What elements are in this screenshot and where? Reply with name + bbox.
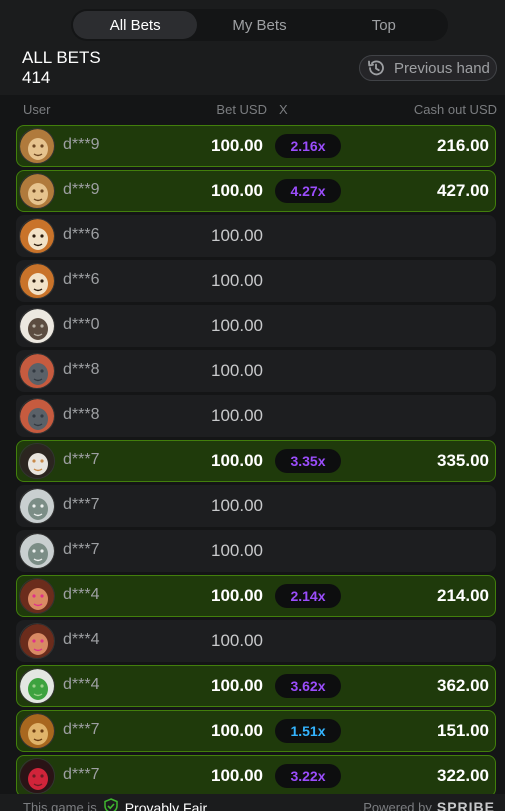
bet-row: d***6 100.00	[16, 215, 496, 257]
cashout-amount: 216.00	[437, 136, 489, 155]
column-cashout: Cash out USD	[413, 102, 497, 117]
bet-user: d***4	[63, 586, 100, 603]
bird-avatar	[19, 308, 55, 344]
bet-row: d***7 100.00 3.22x 322.00	[16, 755, 496, 794]
bet-amount: 100.00	[211, 541, 263, 560]
bet-user: d***4	[63, 676, 100, 693]
multiplier-badge: 3.35x	[275, 449, 341, 473]
bet-amount: 100.00	[211, 226, 263, 245]
tiger-avatar	[19, 263, 55, 299]
spribe-logo: SPRIBE	[436, 799, 495, 811]
baby-avatar	[19, 623, 55, 659]
bet-user: d***7	[63, 721, 100, 738]
bet-row: d***8 100.00	[16, 350, 496, 392]
cashout-amount: 322.00	[437, 766, 489, 785]
multiplier-badge: 4.27x	[275, 179, 341, 203]
lion-avatar	[19, 173, 55, 209]
dragon-avatar	[19, 398, 55, 434]
money-avatar	[19, 533, 55, 569]
column-multiplier: X	[279, 102, 288, 117]
multiplier-badge: 1.51x	[275, 719, 341, 743]
bet-row: d***0 100.00	[16, 305, 496, 347]
bet-row: d***4 100.00 2.14x 214.00	[16, 575, 496, 617]
multiplier-badge: 2.14x	[275, 584, 341, 608]
dog-avatar	[19, 443, 55, 479]
money-avatar	[19, 488, 55, 524]
bet-user: d***8	[63, 406, 100, 423]
lion-avatar	[19, 128, 55, 164]
bet-user: d***9	[63, 136, 100, 153]
multiplier-badge: 2.16x	[275, 134, 341, 158]
multiplier-badge: 3.62x	[275, 674, 341, 698]
tab-top[interactable]: Top	[322, 11, 446, 39]
cashout-amount: 427.00	[437, 181, 489, 200]
all-bets-title: ALL BETS	[22, 48, 101, 67]
bet-amount: 100.00	[211, 721, 263, 740]
bet-row: d***7 100.00 1.51x 151.00	[16, 710, 496, 752]
tab-my-bets[interactable]: My Bets	[197, 11, 321, 39]
bet-amount: 100.00	[211, 586, 263, 605]
baby-avatar	[19, 578, 55, 614]
bet-amount: 100.00	[211, 271, 263, 290]
provably-fair-link[interactable]: Provably Fair	[125, 800, 207, 811]
bet-amount: 100.00	[211, 406, 263, 425]
bet-row: d***7 100.00	[16, 530, 496, 572]
previous-hand-label: Previous hand	[394, 59, 490, 77]
column-bet: Bet USD	[216, 102, 267, 117]
bet-user: d***8	[63, 361, 100, 378]
bet-row: d***4 100.00	[16, 620, 496, 662]
bet-amount: 100.00	[211, 676, 263, 695]
cashout-amount: 362.00	[437, 676, 489, 695]
bet-user: d***6	[63, 226, 100, 243]
bet-amount: 100.00	[211, 361, 263, 380]
shield-check-icon	[103, 798, 119, 811]
column-user: User	[23, 102, 51, 117]
bet-amount: 100.00	[211, 181, 263, 200]
tiger-avatar	[19, 218, 55, 254]
tab-all-bets[interactable]: All Bets	[73, 11, 198, 39]
bet-amount: 100.00	[211, 451, 263, 470]
cashout-amount: 335.00	[437, 451, 489, 470]
bet-user: d***6	[63, 271, 100, 288]
bet-user: d***7	[63, 541, 100, 558]
bet-row: d***7 100.00 3.35x 335.00	[16, 440, 496, 482]
cashout-amount: 151.00	[437, 721, 489, 740]
bets-count: 414	[22, 68, 51, 87]
bet-row: d***9 100.00 2.16x 216.00	[16, 125, 496, 167]
previous-hand-button[interactable]: Previous hand	[359, 55, 497, 81]
column-headers: User Bet USD X Cash out USD	[0, 95, 505, 125]
bet-user: d***7	[63, 496, 100, 513]
powered-by-text: Powered by	[363, 799, 432, 811]
bet-user: d***7	[63, 766, 100, 783]
bet-user: d***9	[63, 181, 100, 198]
bet-row: d***8 100.00	[16, 395, 496, 437]
history-icon	[366, 58, 386, 78]
footer: This game is Provably Fair Powered by SP…	[0, 794, 505, 811]
bet-row: d***6 100.00	[16, 260, 496, 302]
dragon-avatar	[19, 353, 55, 389]
cat-avatar	[19, 713, 55, 749]
bet-amount: 100.00	[211, 136, 263, 155]
bets-tab-bar: All Bets My Bets Top	[71, 9, 448, 41]
cashout-amount: 214.00	[437, 586, 489, 605]
clover-avatar	[19, 668, 55, 704]
bet-user: d***7	[63, 451, 100, 468]
bet-amount: 100.00	[211, 631, 263, 650]
bet-amount: 100.00	[211, 316, 263, 335]
bet-row: d***9 100.00 4.27x 427.00	[16, 170, 496, 212]
multiplier-badge: 3.22x	[275, 764, 341, 788]
bet-user: d***0	[63, 316, 100, 333]
bet-user: d***4	[63, 631, 100, 648]
car-avatar	[19, 758, 55, 794]
bet-amount: 100.00	[211, 496, 263, 515]
bets-list[interactable]: User Bet USD X Cash out USD d***9 100.00 2…	[0, 95, 505, 794]
bet-amount: 100.00	[211, 766, 263, 785]
bet-row: d***4 100.00 3.62x 362.00	[16, 665, 496, 707]
bet-row: d***7 100.00	[16, 485, 496, 527]
game-is-text: This game is	[23, 800, 97, 811]
